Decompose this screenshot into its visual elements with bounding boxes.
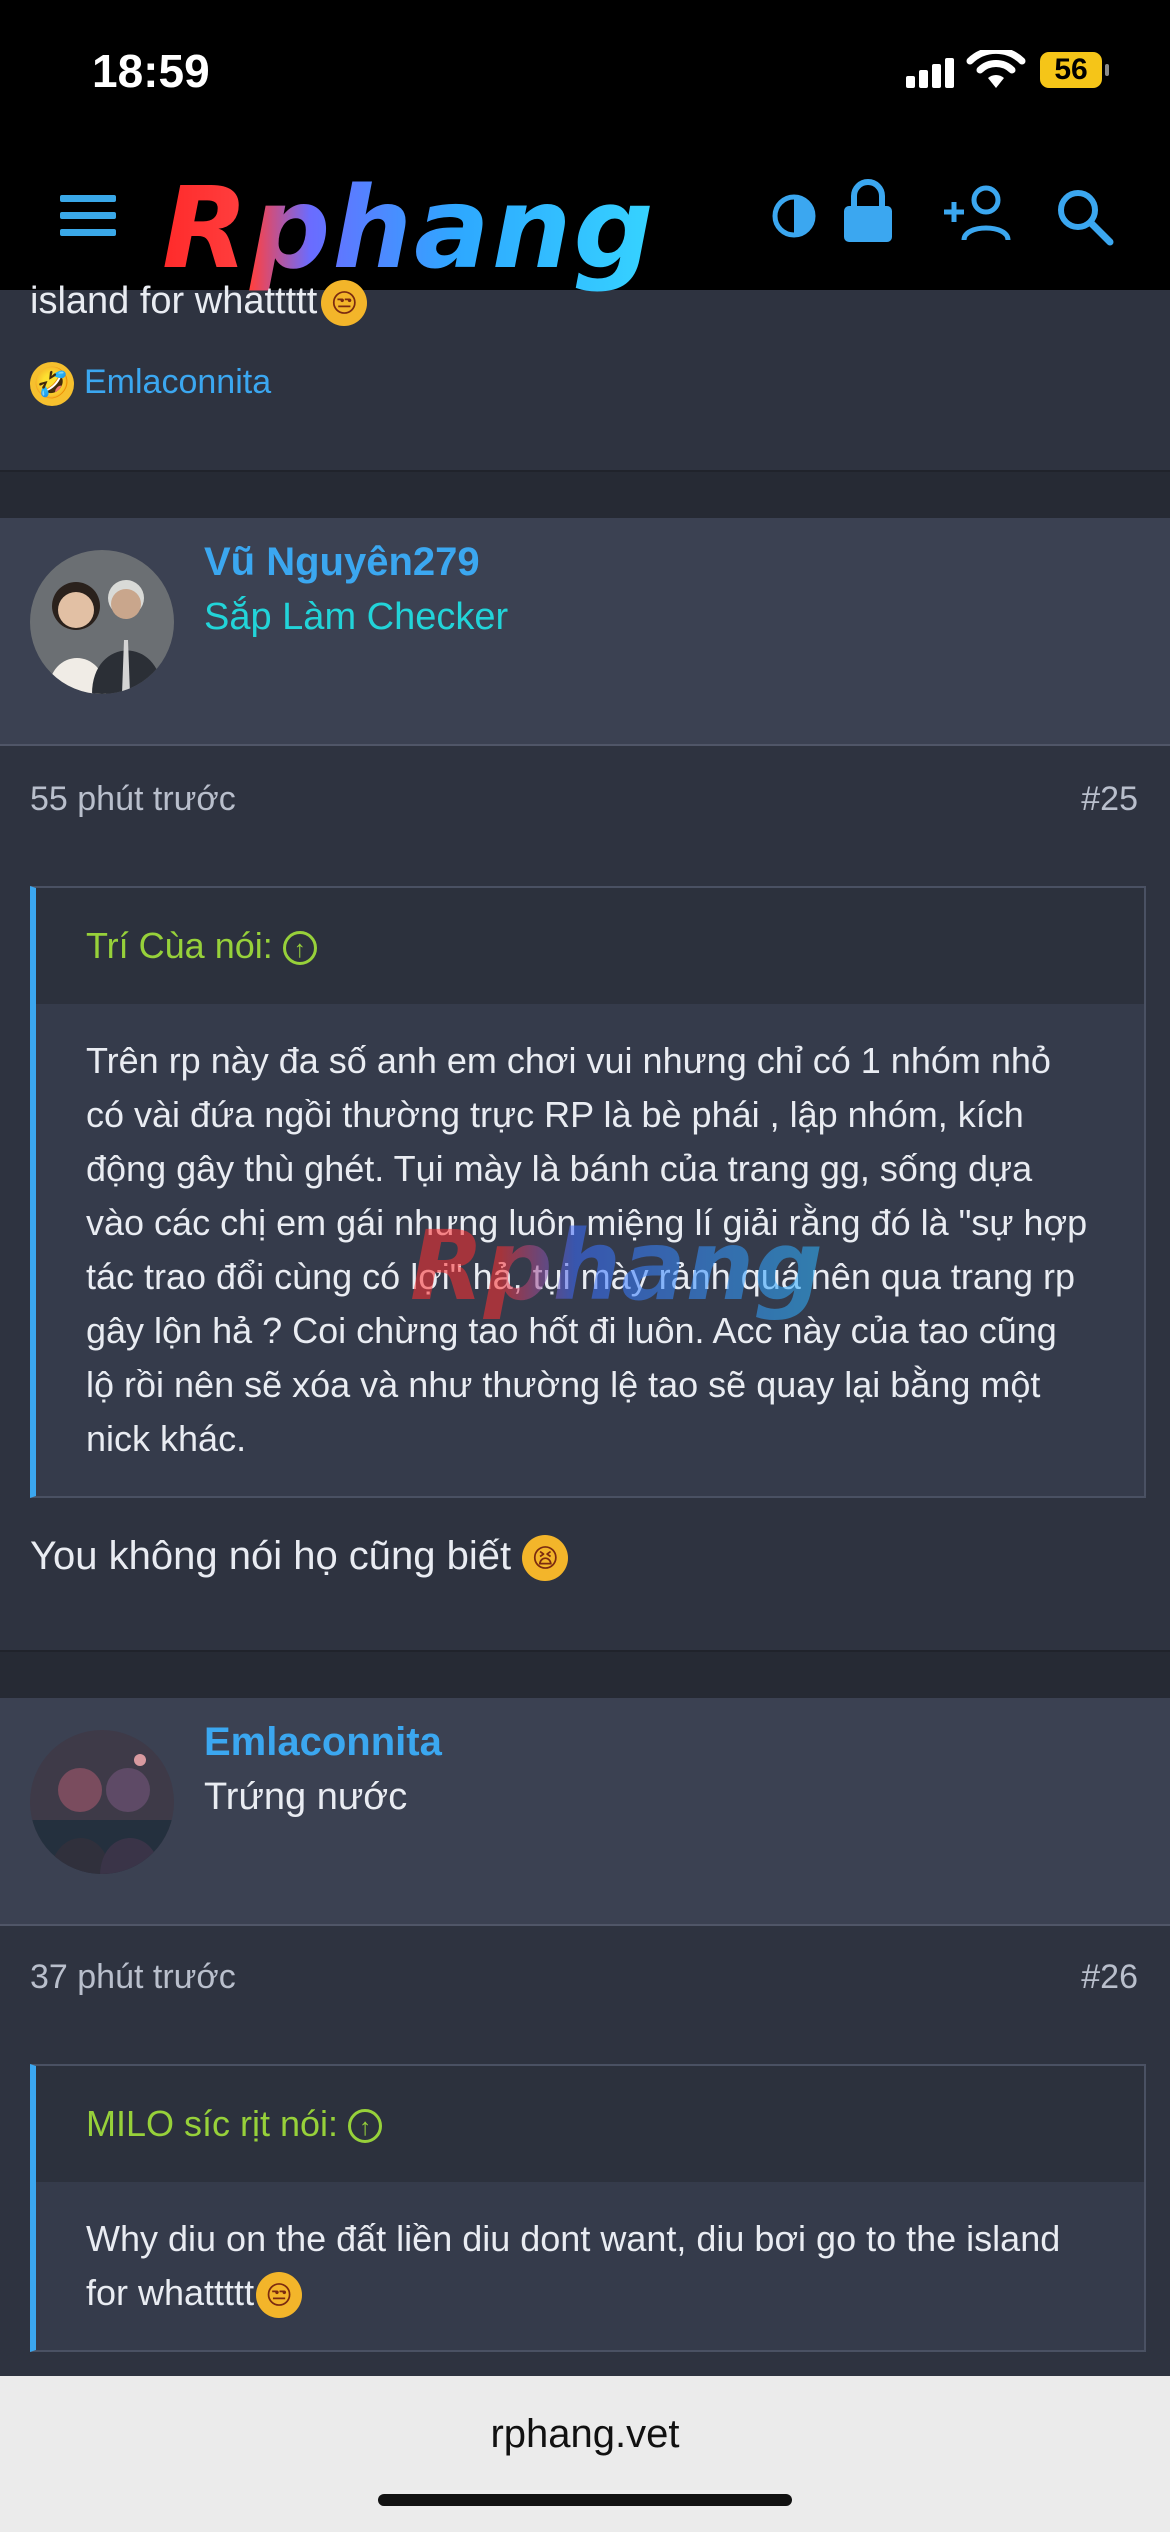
- signal-icon: [906, 58, 958, 88]
- battery-indicator: 56: [1040, 52, 1109, 88]
- post-divider: [0, 470, 1170, 520]
- watermark-logo: Rphang: [410, 1210, 823, 1322]
- sleepy-emoji-icon: 😒: [256, 2272, 303, 2319]
- user-title: Sắp Làm Checker: [204, 596, 509, 638]
- add-user-icon[interactable]: [940, 184, 1016, 244]
- quote-header[interactable]: MILO síc rịt nói: ↑: [36, 2066, 1144, 2182]
- quote-author[interactable]: Trí Cùa nói:: [86, 925, 273, 966]
- post-divider: [0, 1650, 1170, 1700]
- status-time: 18:59: [92, 45, 210, 97]
- quote-block: MILO síc rịt nói: ↑ Why diu on the đất li…: [30, 2064, 1146, 2352]
- go-to-quote-icon[interactable]: ↑: [282, 931, 317, 966]
- lock-icon[interactable]: [840, 178, 896, 244]
- post-author-block: Emlaconnita Trứng nước: [0, 1698, 1170, 1926]
- site-header: Rphang: [0, 150, 1170, 294]
- address-bar[interactable]: rphang.vet: [0, 2412, 1170, 2457]
- reaction-summary[interactable]: 🤣 Emlaconnita: [30, 362, 271, 406]
- post-number[interactable]: #26: [1081, 1958, 1138, 1997]
- avatar[interactable]: [30, 1730, 174, 1874]
- quote-text: Why diu on the đất liền diu dont want, d…: [36, 2182, 1144, 2350]
- go-to-quote-icon[interactable]: ↑: [348, 2109, 383, 2144]
- reaction-user-link[interactable]: Emlaconnita: [84, 363, 271, 401]
- wifi-icon: [966, 50, 1026, 88]
- quote-block: Trí Cùa nói: ↑ Trên rp này đa số anh em c…: [30, 886, 1146, 1498]
- avatar[interactable]: [30, 550, 174, 694]
- laugh-reaction-icon: 🤣: [30, 362, 74, 406]
- quote-header[interactable]: Trí Cùa nói: ↑: [36, 888, 1144, 1004]
- post-time[interactable]: 55 phút trước: [30, 780, 236, 819]
- home-indicator[interactable]: [378, 2494, 792, 2506]
- username-link[interactable]: Emlaconnita: [204, 1720, 442, 1765]
- quote-author[interactable]: MILO síc rịt nói:: [86, 2103, 338, 2144]
- username-link[interactable]: Vũ Nguyên279: [204, 540, 480, 585]
- post-body: You không nói họ cũng biết 😫: [30, 1534, 569, 1582]
- browser-bottom-bar: rphang.vet: [0, 2376, 1170, 2532]
- theme-toggle-icon[interactable]: [770, 192, 818, 240]
- site-logo[interactable]: Rphang: [162, 164, 656, 294]
- menu-icon[interactable]: [60, 195, 116, 243]
- screaming-emoji-icon: 😫: [522, 1535, 569, 1582]
- post-time[interactable]: 37 phút trước: [30, 1958, 236, 1997]
- sleepy-emoji-icon: 😒: [321, 280, 368, 326]
- previous-post-text: island for whattttt 😒: [30, 280, 368, 326]
- status-bar: 18:59 56: [0, 0, 1170, 150]
- post-number[interactable]: #25: [1081, 780, 1138, 819]
- search-icon[interactable]: [1054, 186, 1114, 246]
- user-title: Trứng nước: [204, 1776, 408, 1818]
- post-author-block: Vũ Nguyên279 Sắp Làm Checker: [0, 518, 1170, 746]
